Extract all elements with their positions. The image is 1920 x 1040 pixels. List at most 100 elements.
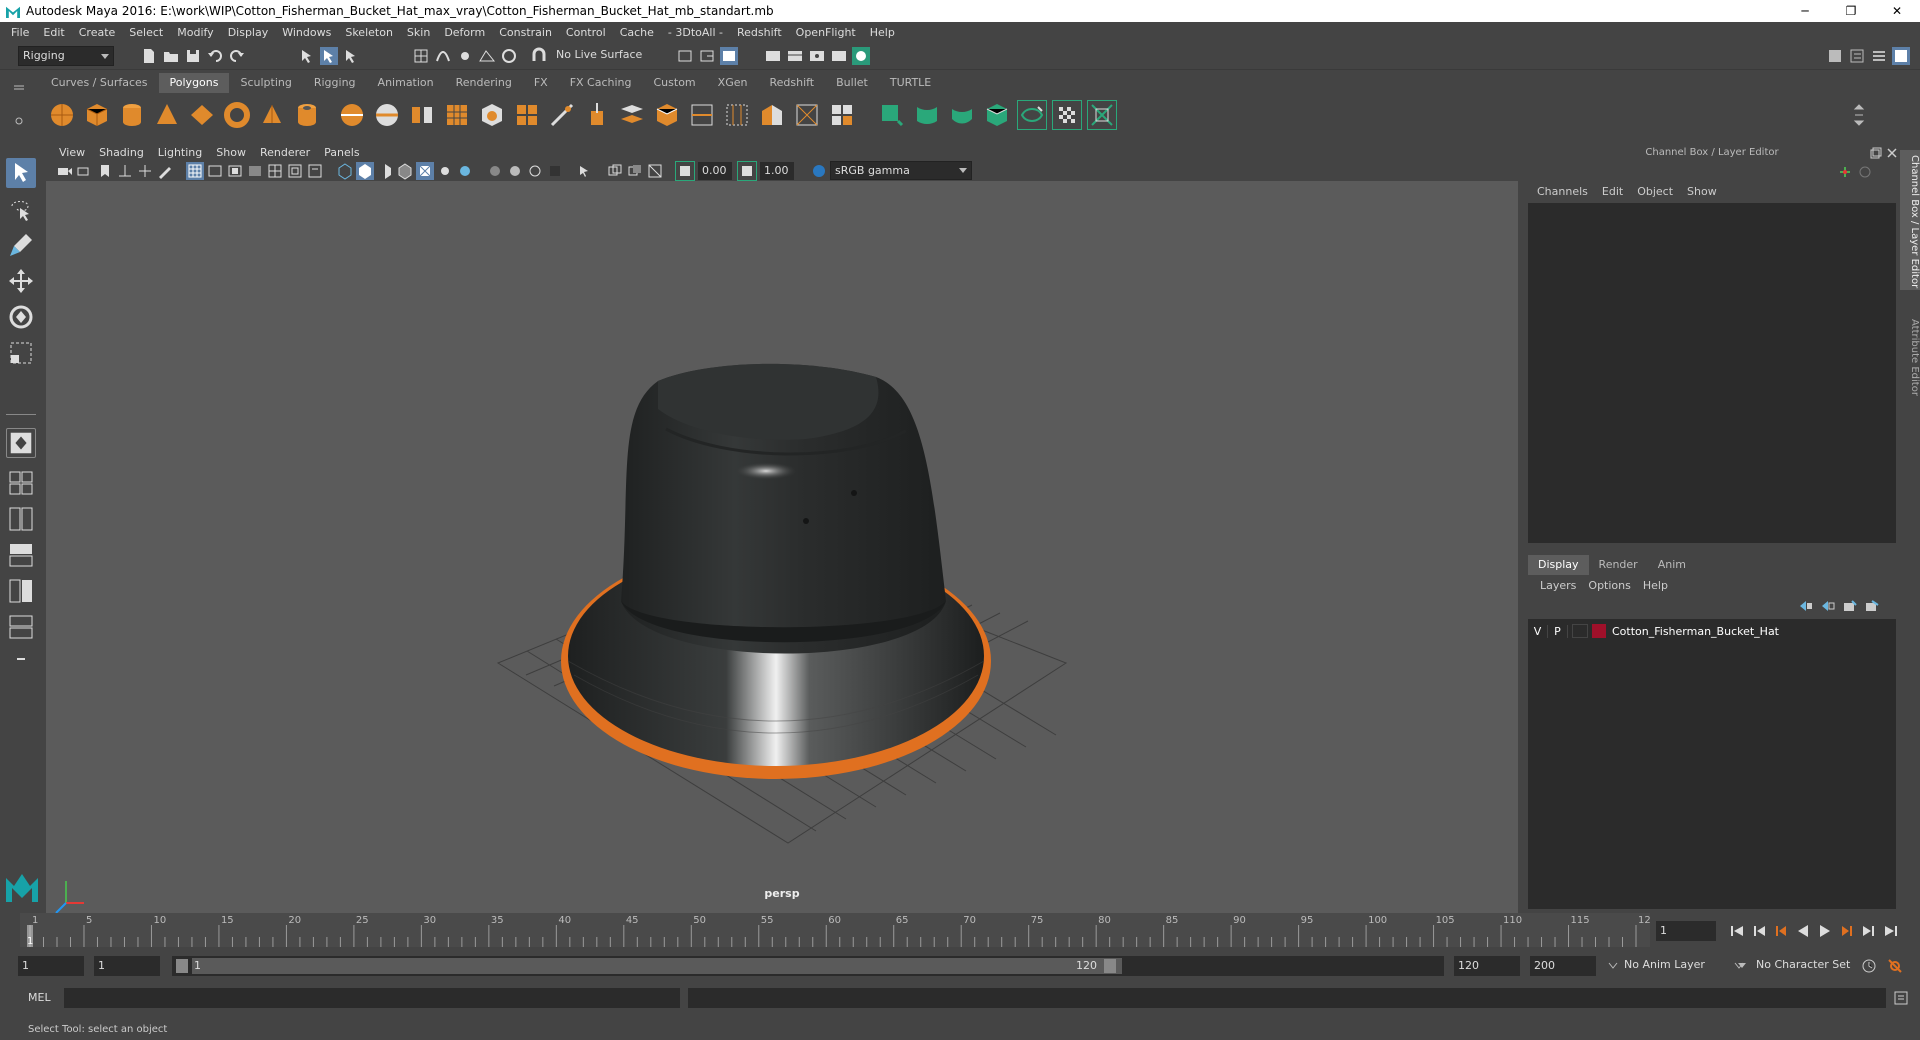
- menu-redshift[interactable]: Redshift: [730, 26, 789, 39]
- live-surface-field[interactable]: No Live Surface: [552, 46, 648, 66]
- step-back-key-icon[interactable]: [1750, 922, 1768, 940]
- chevron-down-icon[interactable]: [1734, 962, 1744, 970]
- ipr-render-icon[interactable]: [808, 47, 826, 65]
- lasso-tool-icon[interactable]: [6, 194, 36, 224]
- viewport-menu-lighting[interactable]: Lighting: [151, 146, 209, 159]
- restore-button[interactable]: ❐: [1828, 0, 1874, 22]
- step-forward-frame-icon[interactable]: [1838, 922, 1856, 940]
- shelf-tab-polygons[interactable]: Polygons: [158, 73, 230, 93]
- menu-control[interactable]: Control: [559, 26, 613, 39]
- xray-joints-icon[interactable]: [606, 162, 624, 180]
- layer-playback-toggle[interactable]: P: [1548, 624, 1568, 638]
- layer-display-type[interactable]: [1572, 624, 1588, 638]
- uv-auto-icon[interactable]: [983, 101, 1011, 129]
- layer-visibility-toggle[interactable]: V: [1528, 624, 1548, 638]
- shelf-tab-rigging[interactable]: Rigging: [303, 73, 367, 93]
- layer-tab-display[interactable]: Display: [1528, 555, 1589, 575]
- checker-map-icon[interactable]: [1052, 100, 1082, 130]
- bevel-icon[interactable]: [653, 101, 681, 129]
- animation-end-field[interactable]: 200: [1530, 956, 1596, 976]
- layer-name[interactable]: Cotton_Fisherman_Bucket_Hat: [1612, 625, 1779, 638]
- wireframe-icon[interactable]: [336, 162, 354, 180]
- range-end-handle[interactable]: [1104, 959, 1116, 973]
- menu-select[interactable]: Select: [122, 26, 170, 39]
- go-to-start-icon[interactable]: [1728, 922, 1746, 940]
- step-back-frame-icon[interactable]: [1772, 922, 1790, 940]
- shelf-tab-animation[interactable]: Animation: [367, 73, 445, 93]
- float-panel-icon[interactable]: [1870, 147, 1882, 159]
- manipulator-icon[interactable]: [1838, 165, 1852, 179]
- modeling-toolkit-icon[interactable]: [1826, 47, 1844, 65]
- use-all-lights-icon[interactable]: [436, 162, 454, 180]
- insert-edge-loop-icon[interactable]: [688, 101, 716, 129]
- render-settings-icon[interactable]: [830, 47, 848, 65]
- shelf-tab-custom[interactable]: Custom: [643, 73, 707, 93]
- backface-culling-icon[interactable]: [646, 162, 664, 180]
- viewport-menu-panels[interactable]: Panels: [317, 146, 366, 159]
- safe-title-icon[interactable]: [306, 162, 324, 180]
- shelf-tab-rendering[interactable]: Rendering: [445, 73, 523, 93]
- view-transform-dropdown[interactable]: sRGB gamma: [830, 161, 972, 180]
- exposure-icon[interactable]: [675, 161, 695, 181]
- combine-icon[interactable]: [338, 101, 366, 129]
- gamma-icon[interactable]: [737, 161, 757, 181]
- select-tool-icon[interactable]: [6, 158, 36, 188]
- animation-preferences-icon[interactable]: [1886, 957, 1904, 975]
- range-slider-track[interactable]: 1 1 120: [172, 956, 1444, 976]
- four-pane-layout-icon[interactable]: [6, 468, 36, 498]
- layer-tab-render[interactable]: Render: [1589, 555, 1648, 575]
- shelf-settings-icon[interactable]: [4, 74, 34, 136]
- new-layer-icon[interactable]: [1842, 599, 1858, 613]
- poly-torus-icon[interactable]: [223, 101, 251, 129]
- attribute-editor-side-tab[interactable]: Attribute Editor: [1900, 300, 1920, 410]
- uv-editor-icon[interactable]: [1017, 100, 1047, 130]
- perspective-viewport[interactable]: persp: [46, 181, 1518, 914]
- menu-file[interactable]: File: [4, 26, 36, 39]
- uv-planar-icon[interactable]: [878, 101, 906, 129]
- select-hierarchy-icon[interactable]: [298, 47, 316, 65]
- camera-select-icon[interactable]: [56, 162, 74, 180]
- menu-modify[interactable]: Modify: [170, 26, 220, 39]
- separate-icon[interactable]: [373, 101, 401, 129]
- viewport-menu-show[interactable]: Show: [209, 146, 253, 159]
- two-d-pan-icon[interactable]: [136, 162, 154, 180]
- shelf-tab-fx[interactable]: FX: [523, 73, 559, 93]
- output-ops-icon[interactable]: [698, 47, 716, 65]
- hypershade-layout-icon[interactable]: [6, 612, 36, 642]
- character-set-dropdown[interactable]: No Character Set: [1752, 956, 1860, 976]
- menu-cache[interactable]: Cache: [613, 26, 661, 39]
- extrude-icon[interactable]: [583, 101, 611, 129]
- layers-menu[interactable]: Layers: [1534, 579, 1582, 592]
- shelf-scroll-icon[interactable]: [1852, 101, 1866, 129]
- open-scene-icon[interactable]: [162, 47, 180, 65]
- attribute-editor-toggle-icon[interactable]: [1848, 47, 1866, 65]
- edit-menu[interactable]: Edit: [1595, 185, 1630, 198]
- channel-box-side-tab[interactable]: Channel Box / Layer Editor: [1900, 150, 1920, 290]
- snap-view-plane-icon[interactable]: [478, 47, 496, 65]
- construction-history-icon[interactable]: [720, 47, 738, 65]
- uv-layout-icon[interactable]: [1087, 100, 1117, 130]
- undo-icon[interactable]: [206, 47, 224, 65]
- safe-action-icon[interactable]: [286, 162, 304, 180]
- playback-end-field[interactable]: 120: [1454, 956, 1520, 976]
- persp-outliner-layout-icon[interactable]: [6, 540, 36, 570]
- menu-skin[interactable]: Skin: [400, 26, 437, 39]
- speed-icon[interactable]: [1858, 165, 1872, 179]
- snap-point-icon[interactable]: [456, 47, 474, 65]
- save-scene-icon[interactable]: [184, 47, 202, 65]
- snap-grid-icon[interactable]: [412, 47, 430, 65]
- collapse-toolbox-icon[interactable]: [6, 648, 36, 670]
- smooth-shade-icon[interactable]: [356, 162, 374, 180]
- menu-display[interactable]: Display: [221, 26, 276, 39]
- chevron-down-icon[interactable]: [1608, 962, 1618, 970]
- viewport-menu-shading[interactable]: Shading: [92, 146, 151, 159]
- field-chart-icon[interactable]: [266, 162, 284, 180]
- gate-mask-icon[interactable]: [246, 162, 264, 180]
- menu-windows[interactable]: Windows: [275, 26, 338, 39]
- select-object-icon[interactable]: [320, 47, 338, 65]
- render-sequence-icon[interactable]: [786, 47, 804, 65]
- viewport-menu-renderer[interactable]: Renderer: [253, 146, 317, 159]
- multi-cut-icon[interactable]: [548, 101, 576, 129]
- exposure-field[interactable]: 0.00: [698, 162, 732, 180]
- xray-icon[interactable]: [416, 162, 434, 180]
